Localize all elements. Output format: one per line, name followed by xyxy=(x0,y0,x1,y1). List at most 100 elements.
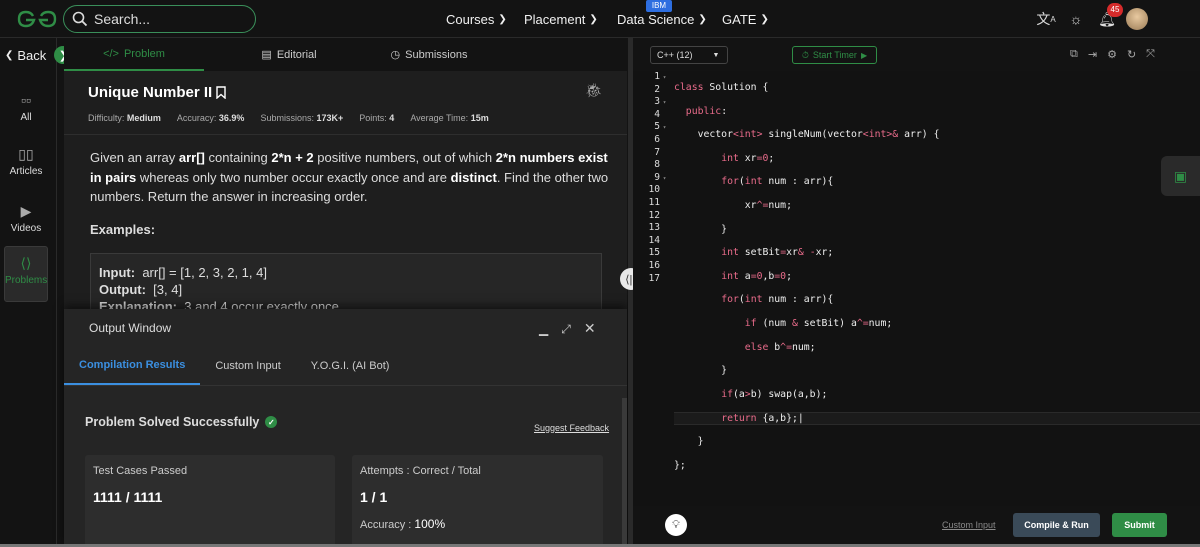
fold-arrow-icon[interactable]: ▾ xyxy=(660,72,669,85)
tab-compilation-results[interactable]: Compilation Results xyxy=(64,347,201,385)
nav-courses[interactable]: Courses ❯ xyxy=(446,0,507,38)
code-content[interactable]: class Solution { public: vector<int> sin… xyxy=(674,71,1200,506)
close-icon[interactable]: ✕ xyxy=(584,321,596,337)
line-number: 3 ▾ xyxy=(633,96,673,109)
search-placeholder: Search... xyxy=(94,11,151,27)
chevron-down-icon: ❯ xyxy=(589,13,598,25)
output-label: Output: xyxy=(99,282,146,297)
translate-icon[interactable]: 文A xyxy=(1036,9,1056,29)
code-line: for(int num : arr){ xyxy=(721,294,834,306)
points: Points: 4 xyxy=(359,113,395,123)
accuracy: Accuracy: 36.9% xyxy=(176,113,245,123)
tab-editorial[interactable]: ▤ Editorial xyxy=(219,38,359,71)
theme-sun-icon[interactable]: ☼ xyxy=(1066,9,1086,29)
fullscreen-icon[interactable]: ⤧ xyxy=(1146,48,1155,61)
nav-data-science[interactable]: Data Science ❯ xyxy=(617,0,707,38)
editor-panel: C++ (12) ▼ ⏱︎ Start Timer ▶︎ ⧉ ⇥ ⚙ ↻ ⤧ 1… xyxy=(633,38,1200,547)
notification-count-badge: 45 xyxy=(1107,3,1123,17)
code-line: } xyxy=(674,365,728,377)
start-timer-button[interactable]: ⏱︎ Start Timer ▶︎ xyxy=(792,46,877,64)
fold-arrow-icon[interactable]: ▾ xyxy=(660,97,669,110)
reset-icon[interactable]: ↻ xyxy=(1127,48,1136,61)
examples-heading: Examples: xyxy=(90,222,156,237)
code-line: int a=0,b=0; xyxy=(721,270,792,282)
nav-placement-label: Placement xyxy=(524,11,586,27)
play-icon: ▶︎ xyxy=(860,50,868,60)
grid-icon: ▫▫ xyxy=(21,92,31,108)
sidebar-item-label: Videos xyxy=(10,223,42,234)
expand-icon[interactable]: ⤢ xyxy=(561,322,571,337)
line-number: 6 xyxy=(654,133,660,145)
tab-submissions[interactable]: ◷ Submissions xyxy=(359,38,499,71)
sidebar-item-all[interactable]: ▫▫ All xyxy=(4,92,48,123)
bookmark-icon[interactable] xyxy=(216,86,226,99)
caret-down-icon: ▼ xyxy=(712,51,720,59)
line-number: 11 xyxy=(648,196,660,208)
code-line: int setBit=xr& -xr; xyxy=(721,247,834,259)
output-window-controls: ▁ ⤢ ✕ xyxy=(539,321,596,337)
problem-title-text: Unique Number II xyxy=(88,84,213,101)
accuracy-value: 100% xyxy=(414,517,446,531)
compile-run-button[interactable]: Compile & Run xyxy=(1013,513,1100,537)
avatar[interactable] xyxy=(1126,8,1148,30)
custom-input-link[interactable]: Custom Input xyxy=(942,520,996,530)
accuracy-row: Accuracy : 100% xyxy=(360,517,595,531)
output-window-title: Output Window xyxy=(89,321,172,335)
settings-gear-icon[interactable]: ⚙ xyxy=(1107,48,1117,61)
attempts-value: 1 / 1 xyxy=(360,489,388,505)
suggest-feedback-link[interactable]: Suggest Feedback xyxy=(534,423,609,433)
line-number: 4 xyxy=(654,108,660,120)
copy-icon[interactable]: ⧉ xyxy=(1070,48,1078,61)
scrollbar[interactable] xyxy=(622,398,627,547)
chevron-down-icon: ❯ xyxy=(498,13,507,25)
report-bug-icon[interactable]: 🐞︎ xyxy=(585,82,603,99)
output-tabs: Compilation Results Custom Input Y.O.G.I… xyxy=(64,347,627,385)
line-number: 1 ▾ xyxy=(633,71,673,84)
nav-gate-label: GATE xyxy=(722,11,757,27)
line-number: 5 ▾ xyxy=(633,121,673,134)
code-line: class Solution { xyxy=(674,82,769,93)
line-number: 10 xyxy=(648,184,660,196)
tab-yogi-ai-bot[interactable]: Y.O.G.I. (AI Bot) xyxy=(296,347,405,385)
submissions-count: Submissions: 173K+ xyxy=(260,113,344,123)
minimize-icon[interactable]: ▁ xyxy=(539,322,548,337)
output-window: Output Window ▁ ⤢ ✕ Compilation Results … xyxy=(64,309,627,547)
code-editor[interactable]: 1 ▾ 2 3 ▾ 4 5 ▾ 6 7 8 9 ▾ 10 11 12 13 14 15 16 17 class Solu… xyxy=(633,71,1200,506)
tab-custom-input[interactable]: Custom Input xyxy=(200,347,295,385)
nav-gate[interactable]: GATE ❯ xyxy=(722,0,769,38)
line-number: 12 xyxy=(648,209,660,221)
line-number: 15 xyxy=(648,247,660,259)
code-line: public: xyxy=(685,105,728,117)
problem-meta: Difficulty: Medium Accuracy: 36.9% Submi… xyxy=(88,113,505,123)
chat-icon[interactable]: ▣ xyxy=(1161,156,1200,196)
line-number: 8 xyxy=(654,159,660,171)
line-number: 9 ▾ xyxy=(633,172,673,185)
gfg-logo-icon[interactable] xyxy=(16,8,58,30)
input-label: Input: xyxy=(99,265,136,280)
sidebar-item-videos[interactable]: ▶︎ Videos xyxy=(4,203,48,234)
language-select[interactable]: C++ (12) ▼ xyxy=(650,46,728,64)
search-icon xyxy=(72,11,88,27)
tab-problem[interactable]: </> Problem xyxy=(64,38,204,71)
example-box: Input: arr[] = [1, 2, 3, 2, 1, 4] Output… xyxy=(90,253,602,313)
attempts-label: Attempts : Correct / Total xyxy=(360,465,481,477)
line-number: 2 xyxy=(654,83,660,95)
submit-button[interactable]: Submit xyxy=(1112,513,1167,537)
test-cases-card: Test Cases Passed 1111 / 1111 xyxy=(85,455,335,547)
search-bar[interactable]: Search... xyxy=(63,5,256,33)
test-cases-label: Test Cases Passed xyxy=(93,465,188,477)
chevron-down-icon: ❯ xyxy=(698,13,707,25)
line-number-gutter: 1 ▾ 2 3 ▾ 4 5 ▾ 6 7 8 9 ▾ 10 11 12 13 14 15 16 17 xyxy=(633,71,673,506)
difficulty: Difficulty: Medium xyxy=(88,113,161,123)
hint-bulb-icon[interactable]: 💡︎ xyxy=(665,514,687,536)
editor-footer: 💡︎ Custom Input Compile & Run Submit xyxy=(633,506,1200,547)
sidebar-item-problems[interactable]: ⟨⟩ Problems xyxy=(4,246,48,302)
nav-placement[interactable]: Placement ❯ xyxy=(524,0,598,38)
nav-data-science-label: Data Science xyxy=(617,11,695,27)
import-file-icon[interactable]: ⇥ xyxy=(1088,48,1097,61)
clock-icon: ◷ xyxy=(390,49,401,61)
sidebar-item-label: Articles xyxy=(9,166,43,177)
average-time: Average Time: 15m xyxy=(410,113,489,123)
sidebar-item-articles[interactable]: ▯▯ Articles xyxy=(4,146,48,177)
code-line: }; xyxy=(674,459,686,471)
